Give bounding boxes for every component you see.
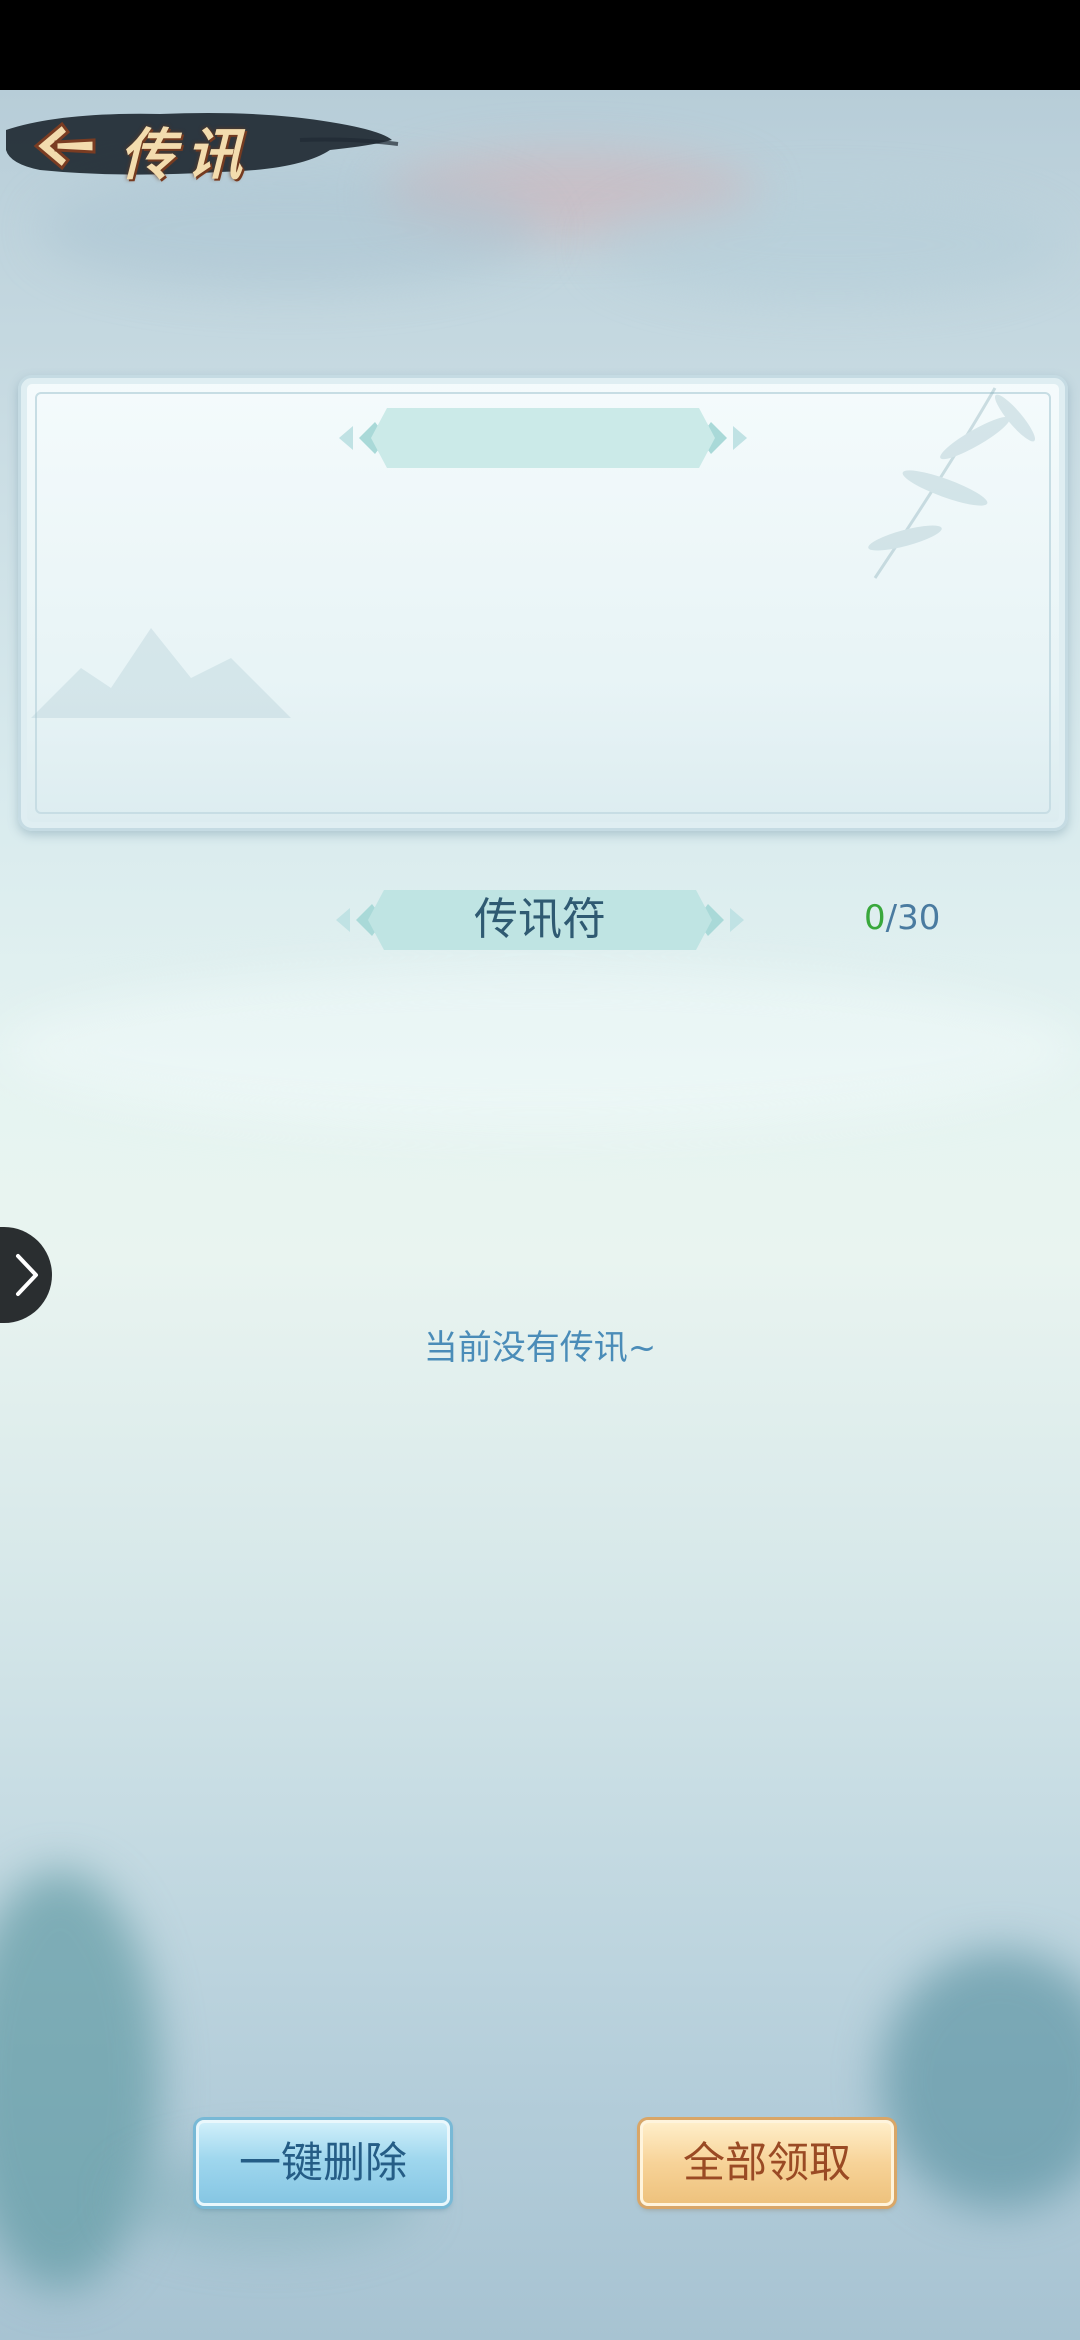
message-count-capacity: /30 <box>885 898 941 938</box>
ribbon-banner <box>339 408 747 468</box>
mountain-silhouette <box>880 1950 1080 2210</box>
message-count: 0/30 <box>864 898 940 938</box>
game-scene: 传讯 传讯符 0/30 当前没有传讯~ 一键删除 全部领取 <box>0 90 1080 2340</box>
mountain-silhouette <box>0 1870 160 2290</box>
message-detail-panel <box>18 375 1068 831</box>
mist-cloud <box>0 970 1080 1130</box>
back-arrow-icon[interactable] <box>28 116 100 176</box>
mountain-sketch-decoration <box>31 628 291 718</box>
status-bar <box>0 0 1080 90</box>
page-header: 传讯 <box>0 100 400 190</box>
page-title: 传讯 <box>120 122 252 188</box>
mist-cloud <box>600 190 1060 300</box>
panel-title-ribbon <box>339 406 747 470</box>
side-expand-handle[interactable] <box>0 1227 52 1323</box>
delete-all-button[interactable]: 一键删除 <box>196 2120 450 2206</box>
claim-all-button[interactable]: 全部领取 <box>640 2120 894 2206</box>
bamboo-leaf-decoration <box>868 387 1036 579</box>
message-list-title-ribbon: 传讯符 <box>336 888 744 952</box>
empty-state-text: 当前没有传讯~ <box>423 1328 657 1368</box>
chevron-right-icon <box>16 1254 38 1296</box>
message-list-title: 传讯符 <box>474 894 606 945</box>
message-count-current: 0 <box>864 898 886 938</box>
